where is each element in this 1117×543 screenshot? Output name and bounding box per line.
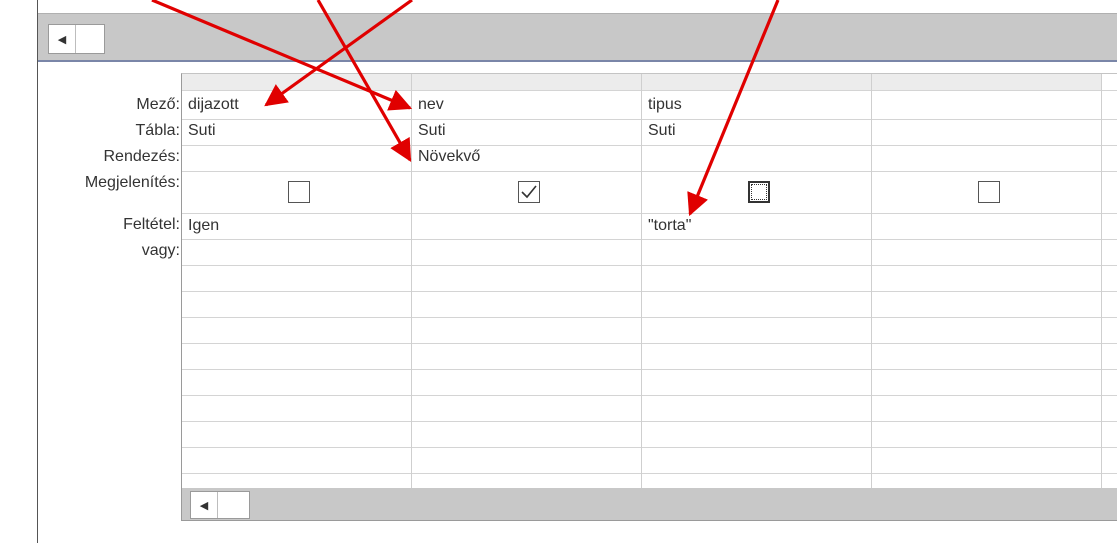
sort-cell-2[interactable]: Növekvő: [418, 144, 480, 170]
label-table: Tábla:: [135, 122, 180, 139]
label-criteria: Feltétel:: [123, 216, 180, 233]
query-design-grid: dijazott Suti Igen nev Suti Növekvő tipu…: [181, 73, 1117, 521]
field-cell-1[interactable]: dijazott: [188, 92, 239, 118]
table-cell-3[interactable]: Suti: [648, 118, 676, 144]
table-cell-2[interactable]: Suti: [418, 118, 446, 144]
label-sort: Rendezés:: [103, 148, 181, 165]
column-selector-4[interactable]: [872, 74, 1102, 90]
scroll-left-icon[interactable]: ◀: [49, 25, 76, 53]
show-checkbox-1[interactable]: [288, 181, 310, 203]
table-pane: ◀: [38, 13, 1117, 61]
criteria-cell-3[interactable]: "torta": [648, 213, 691, 239]
column-selector-2[interactable]: [412, 74, 642, 90]
table-cell-1[interactable]: Suti: [188, 118, 216, 144]
field-cell-2[interactable]: nev: [418, 92, 444, 118]
field-cell-3[interactable]: tipus: [648, 92, 682, 118]
checkmark-icon: [521, 185, 537, 199]
grid-horizontal-scrollbar: ◀: [182, 488, 1117, 520]
grid-scroll-control[interactable]: ◀: [190, 491, 250, 519]
scroll-thumb[interactable]: [76, 25, 102, 53]
scroll-left-icon[interactable]: ◀: [191, 492, 218, 518]
label-show: Megjelenítés:: [84, 174, 180, 191]
criteria-cell-1[interactable]: Igen: [188, 213, 219, 239]
table-pane-scrollbar[interactable]: ◀: [48, 24, 105, 54]
label-or: vagy:: [141, 242, 180, 259]
scroll-thumb[interactable]: [218, 492, 244, 518]
show-checkbox-2[interactable]: [518, 181, 540, 203]
column-selector-1[interactable]: [182, 74, 412, 90]
show-checkbox-4[interactable]: [978, 181, 1000, 203]
pane-splitter[interactable]: [38, 60, 1117, 62]
show-checkbox-3[interactable]: [748, 181, 770, 203]
column-selector-3[interactable]: [642, 74, 872, 90]
label-field: Mező:: [136, 96, 180, 113]
